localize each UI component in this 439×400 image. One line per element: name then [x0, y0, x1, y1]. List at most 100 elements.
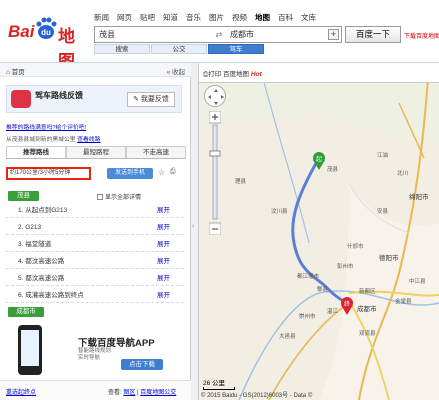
route-step[interactable]: 4. 都汶高速公路 展开: [6, 255, 184, 269]
rate-route-link[interactable]: 推荐的路线满意吗?给个评价吧!: [6, 122, 86, 131]
route-step[interactable]: 6. 成灌高速公路到终点 展开: [6, 289, 184, 303]
expand-link[interactable]: 展开: [157, 289, 170, 303]
ad-subtitle-2: 实时导航: [78, 355, 101, 361]
scale-label: 26 公里: [203, 380, 226, 387]
route-step[interactable]: 1. 从起点到G213 展开: [6, 204, 184, 218]
show-all-label: 显示全部详情: [105, 195, 142, 201]
route-links: 从茂县县城到新的黑城公里 查看线路: [6, 134, 100, 143]
place-label: 大邑县: [279, 332, 296, 340]
nav-item-map[interactable]: 地图: [255, 12, 270, 23]
expand-link[interactable]: 展开: [157, 238, 170, 252]
feedback-button[interactable]: ✎ 我要反馈: [127, 92, 175, 107]
add-waypoint-button[interactable]: +: [328, 29, 339, 40]
mode-drive[interactable]: 驾车: [208, 44, 264, 54]
step-label: 4. 都汶高速公路: [18, 258, 65, 265]
route-links-text: 从茂县县城到新的黑城公里: [6, 137, 76, 143]
search-button[interactable]: 百度一下: [345, 26, 401, 43]
download-map-link[interactable]: 下载百度地图: [404, 31, 439, 40]
expand-link[interactable]: 展开: [157, 204, 170, 218]
route-step[interactable]: 5. 都汶高速公路 展开: [6, 272, 184, 286]
map-toolbar-links: ⎙打印 百度地图 Hot: [203, 68, 262, 79]
mode-search[interactable]: 搜索: [94, 44, 150, 54]
nav-app-ad: 下载百度导航APP 智能路线规划 实时导航 点击下载: [6, 325, 184, 375]
expand-link[interactable]: 展开: [157, 255, 170, 269]
map-canvas[interactable]: 起 终 茂县 北川 绵阳市 江油 安县 德阳市 什邡市 彭州市 都江堰市 成都市…: [199, 63, 439, 400]
step-label: 2. G213: [18, 224, 42, 231]
logo-text-du: du: [41, 28, 51, 37]
banner-title: 驾车路线反馈: [35, 91, 83, 100]
route-panel: ⌂ 首页 « 收起 驾车路线反馈 ✎ 我要反馈 推荐的路线满意吗?给个评价吧! …: [0, 63, 191, 400]
map-drawing: 起 终 茂县 北川 绵阳市 江油 安县 德阳市 什邡市 彭州市 都江堰市 成都市…: [199, 63, 439, 400]
view-link-map[interactable]: 图区: [123, 390, 135, 396]
show-all-details[interactable]: 显示全部详情: [97, 192, 141, 201]
place-label: 江油: [377, 151, 389, 159]
panel-bottom-bar: 重选起终点 查看: 图区 | 百度地图公交: [0, 380, 191, 400]
ad-subtitle-1: 智能路线规划: [78, 348, 112, 354]
print-map-button[interactable]: ⎙打印: [203, 71, 221, 78]
panel-splitter[interactable]: ‹: [191, 63, 199, 400]
route-search-box: 茂县 ⇄ 成都市 +: [94, 26, 342, 43]
place-label: 德阳市: [379, 253, 399, 262]
tab-shortest[interactable]: 最短路程: [66, 146, 126, 158]
checkbox-icon[interactable]: [97, 194, 103, 201]
chevron-left-icon: ‹: [192, 223, 195, 230]
print-icon[interactable]: ⎙: [170, 168, 176, 176]
tab-no-highway[interactable]: 不走高速: [126, 146, 186, 158]
place-label: 成都市: [357, 304, 377, 313]
nav-item-tieba[interactable]: 贴吧: [140, 12, 155, 23]
pan-arrows-icon: [208, 89, 224, 105]
place-label: 什邡市: [347, 242, 364, 250]
nav-item-news[interactable]: 新闻: [94, 12, 109, 23]
nav-item-video[interactable]: 视频: [232, 12, 247, 23]
mode-bus[interactable]: 公交: [151, 44, 207, 54]
view-link-bus[interactable]: 百度地图公交: [140, 390, 176, 396]
feedback-button-label: 我要反馈: [140, 96, 169, 103]
hot-badge: Hot: [250, 71, 262, 78]
zoom-slider[interactable]: [209, 111, 221, 235]
place-label: 都江堰市: [297, 272, 320, 280]
nav-item-wenku[interactable]: 文库: [301, 12, 316, 23]
view-links: 查看: 图区 | 百度地图公交: [108, 390, 177, 396]
end-marker-label: 终: [344, 300, 350, 308]
car-icon: [11, 90, 31, 108]
place-label: 郫县: [317, 285, 329, 293]
nav-item-music[interactable]: 音乐: [186, 12, 201, 23]
edit-icon: ✎: [133, 96, 141, 103]
nav-item-zhidao[interactable]: 知道: [163, 12, 178, 23]
view-label: 查看:: [108, 390, 122, 396]
route-step[interactable]: 2. G213 展开: [6, 221, 184, 235]
place-label: 新都区: [359, 287, 376, 295]
from-field[interactable]: 茂县: [95, 27, 210, 42]
home-link[interactable]: ⌂ 首页: [6, 66, 25, 76]
place-label: 茂县: [327, 165, 339, 173]
nav-item-images[interactable]: 图片: [209, 12, 224, 23]
place-label: 安县: [377, 207, 389, 215]
download-app-button[interactable]: 点击下载: [121, 359, 163, 370]
save-map-button[interactable]: 百度地图: [223, 71, 249, 78]
swap-icon[interactable]: ⇄: [214, 30, 224, 39]
to-field[interactable]: 成都市: [226, 27, 326, 42]
collapse-link[interactable]: « 收起: [167, 66, 185, 76]
start-badge: 茂县: [8, 191, 39, 201]
route-summary: 约170公里/3小时5分钟: [6, 167, 91, 180]
reset-endpoints-link[interactable]: 重选起终点: [6, 387, 36, 396]
star-icon[interactable]: ☆: [158, 168, 165, 177]
place-label: 金堂县: [395, 297, 412, 305]
nav-item-web[interactable]: 网页: [117, 12, 132, 23]
tab-recommended[interactable]: 推荐路线: [6, 146, 66, 158]
pan-control[interactable]: [204, 85, 226, 107]
print-label: 打印: [208, 71, 222, 78]
place-label: 汶川县: [271, 207, 288, 215]
baidu-logo[interactable]: Bai du 地图: [8, 14, 88, 71]
send-to-phone-button[interactable]: 发送到手机: [107, 168, 153, 179]
place-label: 温江: [327, 307, 339, 315]
place-label: 绵阳市: [409, 192, 429, 201]
nav-item-baike[interactable]: 百科: [278, 12, 293, 23]
expand-link[interactable]: 展开: [157, 272, 170, 286]
scale-bar: 26 公里: [203, 377, 235, 390]
phone-icon: [18, 325, 42, 375]
view-route-link[interactable]: 查看线路: [77, 137, 100, 143]
route-step[interactable]: 3. 福堂隧道 展开: [6, 238, 184, 252]
search-mode-tabs: 搜索 公交 驾车: [94, 44, 265, 54]
expand-link[interactable]: 展开: [157, 221, 170, 235]
